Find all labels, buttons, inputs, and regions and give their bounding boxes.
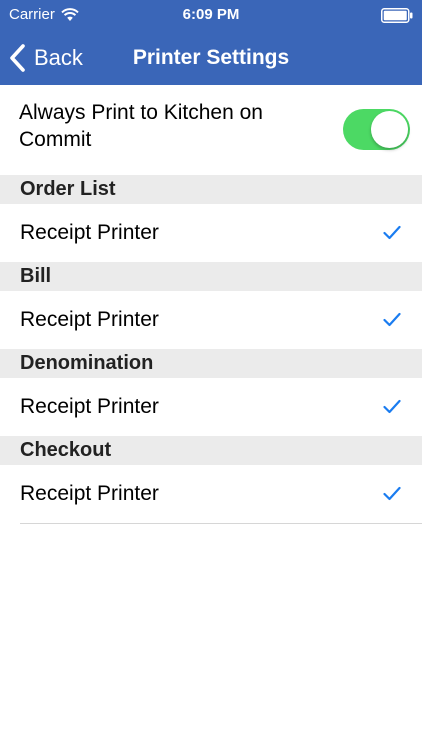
top-bar: Carrier 6:09 PM Back Printer Settings — [0, 0, 422, 85]
option-label: Receipt Printer — [20, 482, 159, 505]
kitchen-print-toggle-label: Always Print to Kitchen on Commit — [19, 101, 263, 151]
section-header-order-list: Order List — [0, 175, 422, 204]
settings-list: Always Print to Kitchen on Commit Order … — [0, 85, 422, 524]
checkout-printer-option[interactable]: Receipt Printer — [20, 465, 422, 524]
denomination-printer-option[interactable]: Receipt Printer — [0, 378, 422, 436]
section-header-checkout: Checkout — [0, 436, 422, 465]
section-header-denomination: Denomination — [0, 349, 422, 378]
toggle-knob — [371, 111, 408, 148]
bill-printer-option[interactable]: Receipt Printer — [0, 291, 422, 349]
status-time: 6:09 PM — [182, 6, 240, 23]
option-label: Receipt Printer — [20, 221, 159, 244]
navigation-bar: Back Printer Settings — [0, 30, 422, 85]
option-label: Receipt Printer — [20, 395, 159, 418]
checkmark-icon — [383, 312, 401, 327]
page-title-text: Printer Settings — [132, 46, 290, 69]
page-title: Printer Settings — [0, 30, 422, 85]
checkmark-icon — [383, 399, 401, 414]
status-bar: Carrier 6:09 PM — [0, 0, 422, 30]
order-list-printer-option[interactable]: Receipt Printer — [0, 204, 422, 262]
option-label: Receipt Printer — [20, 308, 159, 331]
battery-icon — [381, 8, 413, 23]
section-header-bill: Bill — [0, 262, 422, 291]
checkmark-icon — [383, 225, 401, 240]
checkmark-icon — [383, 486, 401, 501]
kitchen-print-toggle-row: Always Print to Kitchen on Commit — [0, 85, 422, 175]
kitchen-print-toggle[interactable] — [343, 109, 410, 150]
